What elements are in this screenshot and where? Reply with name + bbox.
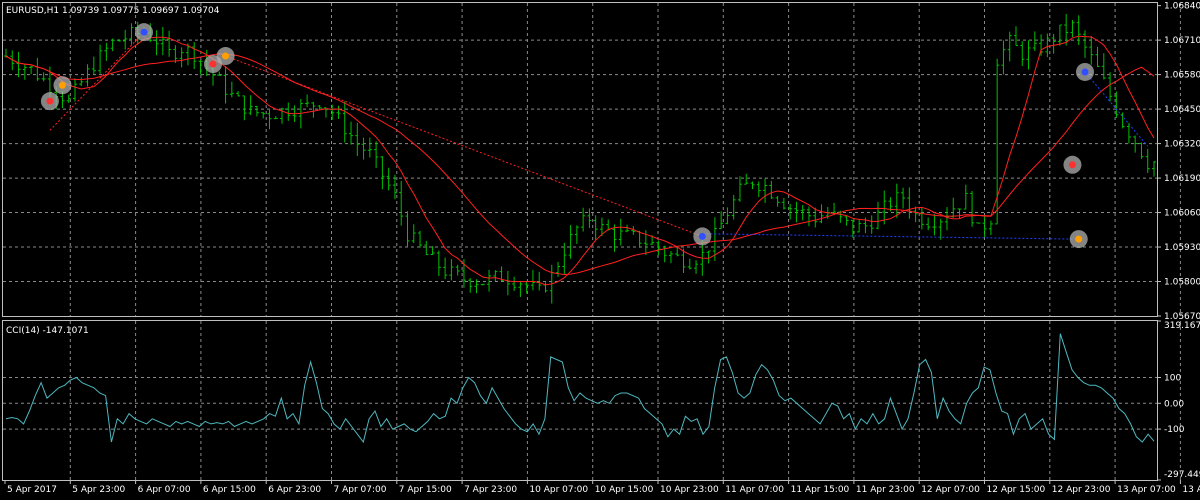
time-tick-label: 12 Apr 23:00 [1052,485,1111,495]
cci-axis: 319.1679 100 0.00 -100 -297.4496 [1157,320,1200,481]
cci-tick-label: -297.4496 [1164,470,1200,480]
moving-averages [5,35,1155,286]
time-tick-label: 5 Apr 2017 [7,485,57,495]
trade-link [225,55,703,237]
trade-marker-dot [58,81,66,89]
price-tick-label: 1.05800 [1164,278,1200,288]
time-tick-label: 10 Apr 15:00 [595,485,654,495]
time-tick-label: 10 Apr 23:00 [660,485,719,495]
cci-tick-label: 100 [1164,374,1181,384]
time-tick-label: 6 Apr 15:00 [203,485,256,495]
price-tick-label: 1.05930 [1164,243,1200,253]
trade-marker-dot [1075,235,1083,243]
price-tick-label: 1.06450 [1164,105,1200,115]
cci-tick-label: 319.1679 [1164,321,1200,331]
trade-link [702,233,1073,240]
time-tick-label: 13 Apr 07:00 [1117,485,1176,495]
time-tick-label: 6 Apr 23:00 [268,485,321,495]
price-tick-label: 1.06710 [1164,36,1200,46]
price-tick-label: 1.06840 [1164,2,1200,12]
trade-marker-dot [140,28,148,36]
trade-marker-dot [1081,68,1089,76]
fast-ma-line [5,35,1155,286]
time-tick-label: 5 Apr 23:00 [72,485,125,495]
time-tick-label: 7 Apr 07:00 [334,485,387,495]
time-tick-label: 10 Apr 07:00 [529,485,588,495]
time-tick-label: 12 Apr 15:00 [987,485,1046,495]
time-tick-label: 11 Apr 23:00 [856,485,915,495]
cci-panel-title: CCI(14) -147.1071 [6,326,89,336]
chart-svg: 1.06840 1.06710 1.06580 1.06450 1.06320 1.061… [2,2,1200,495]
trade-marker-dot [46,97,54,105]
trade-marker-dot [698,232,706,240]
time-tick-label: 7 Apr 23:00 [464,485,517,495]
trade-marker-dot [1068,161,1076,169]
time-tick-label: 13 Apr 15:00 [1182,485,1200,495]
time-tick-label: 6 Apr 07:00 [138,485,191,495]
time-tick-label: 12 Apr 07:00 [921,485,980,495]
cci-tick-label: -100 [1164,425,1185,435]
price-panel-title: EURUSD,H1 1.09739 1.09775 1.09697 1.0970… [6,6,220,16]
price-tick-label: 1.06060 [1164,209,1200,219]
slow-ma-line [5,53,1155,276]
time-tick-label: 11 Apr 07:00 [725,485,784,495]
price-tick-label: 1.06580 [1164,71,1200,81]
time-axis: 5 Apr 2017 5 Apr 23:00 6 Apr 07:00 6 Apr 15… [4,480,1200,495]
trade-marker-dot [222,52,230,60]
price-axis: 1.06840 1.06710 1.06580 1.06450 1.06320 1.061… [1157,2,1200,322]
cci-tick-label: 0.00 [1164,399,1184,409]
cci-series-line [5,333,1155,444]
price-tick-label: 1.06190 [1164,174,1200,184]
trade-marker-dot [209,60,217,68]
price-tick-label: 1.06320 [1164,140,1200,150]
time-tick-label: 7 Apr 15:00 [399,485,452,495]
cci-line [5,333,1155,444]
grid-lines [3,3,1181,480]
time-tick-label: 11 Apr 15:00 [791,485,850,495]
